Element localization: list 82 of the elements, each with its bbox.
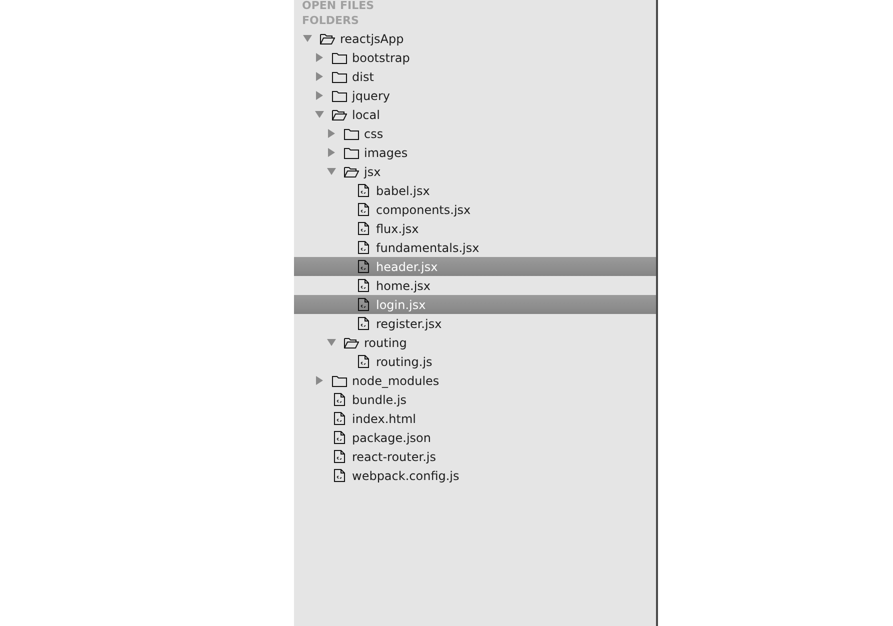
file-icon [358, 184, 368, 197]
file-name: fundamentals.jsx [376, 240, 480, 256]
section-header: FOLDERS [301, 13, 360, 29]
file-row[interactable]: components.jsx [294, 200, 656, 219]
file-name: webpack.config.js [352, 468, 460, 484]
folder-name: bootstrap [352, 50, 410, 66]
file-row[interactable]: fundamentals.jsx [294, 238, 656, 257]
file-name: babel.jsx [376, 182, 430, 200]
folder-name: dist [352, 68, 374, 86]
collapse-arrow-icon[interactable] [315, 110, 324, 119]
collapse-arrow-icon[interactable] [327, 338, 336, 347]
folder-icon [332, 374, 346, 386]
folder-name: css [364, 126, 384, 142]
folder-name: local [352, 106, 380, 124]
file-row[interactable]: bundle.js [294, 390, 656, 409]
file-name: package.json [352, 430, 432, 446]
file-name: header.jsx [376, 258, 438, 276]
expand-arrow-icon[interactable] [327, 148, 336, 157]
file-icon [358, 298, 368, 311]
open-folder-icon [320, 32, 334, 44]
file-name: components.jsx [376, 202, 471, 218]
folder-row[interactable]: node_modules [294, 371, 656, 390]
expand-arrow-icon[interactable] [315, 376, 324, 385]
file-name: flux.jsx [376, 220, 419, 238]
file-row[interactable]: babel.jsx [294, 181, 656, 200]
file-row[interactable]: routing.js [294, 352, 656, 371]
file-name: home.jsx [376, 278, 431, 294]
expand-arrow-icon[interactable] [327, 129, 336, 138]
file-icon [358, 260, 368, 273]
file-row[interactable]: register.jsx [294, 314, 656, 333]
file-name: react-router.js [352, 448, 436, 466]
expand-arrow-icon[interactable] [315, 53, 324, 62]
folder-name: routing [364, 334, 407, 352]
file-row[interactable]: home.jsx [294, 276, 656, 295]
file-icon [358, 222, 368, 235]
file-icon [334, 450, 344, 463]
collapse-arrow-icon[interactable] [303, 34, 312, 43]
folder-row[interactable]: jquery [294, 86, 656, 105]
open-folder-icon [344, 336, 358, 348]
open-folder-icon [332, 108, 346, 120]
folder-icon [344, 146, 358, 158]
file-icon [334, 469, 344, 482]
file-name: bundle.js [352, 392, 407, 408]
file-icon [358, 241, 368, 254]
folder-row[interactable]: css [294, 124, 656, 143]
file-icon [334, 393, 344, 406]
folder-row[interactable]: bootstrap [294, 48, 656, 67]
file-icon [358, 317, 368, 330]
folder-row[interactable]: dist [294, 67, 656, 86]
file-row[interactable]: react-router.js [294, 447, 656, 466]
folder-row[interactable]: jsx [294, 162, 656, 181]
folder-icon [332, 52, 346, 64]
file-icon [358, 355, 368, 368]
folder-row[interactable]: routing [294, 333, 656, 352]
file-name: register.jsx [376, 316, 442, 332]
file-icon [358, 203, 368, 216]
file-name: index.html [352, 410, 416, 428]
folder-row[interactable]: local [294, 105, 656, 124]
folder-row[interactable]: images [294, 143, 656, 162]
folder-name: jsx [364, 164, 381, 180]
folder-name: jquery [352, 88, 390, 104]
folder-name: node_modules [352, 372, 440, 390]
folder-name: reactjsApp [340, 30, 404, 48]
folder-icon [332, 90, 346, 102]
expand-arrow-icon[interactable] [315, 91, 324, 100]
folder-icon [332, 70, 346, 82]
file-row[interactable]: webpack.config.js [294, 466, 656, 485]
file-row[interactable]: flux.jsx [294, 219, 656, 238]
collapse-arrow-icon[interactable] [327, 167, 336, 176]
file-name: login.jsx [376, 296, 426, 314]
file-row[interactable]: index.html [294, 409, 656, 428]
expand-arrow-icon[interactable] [315, 72, 324, 81]
folder-row[interactable]: reactjsApp [294, 29, 656, 48]
file-name: routing.js [376, 354, 432, 370]
file-icon [334, 412, 344, 425]
file-icon [334, 431, 344, 444]
open-folder-icon [344, 166, 358, 178]
file-row[interactable]: package.json [294, 428, 656, 447]
folder-icon [344, 128, 358, 140]
file-icon [358, 279, 368, 292]
folder-name: images [364, 144, 408, 162]
section-header: OPEN FILES [301, 0, 376, 11]
